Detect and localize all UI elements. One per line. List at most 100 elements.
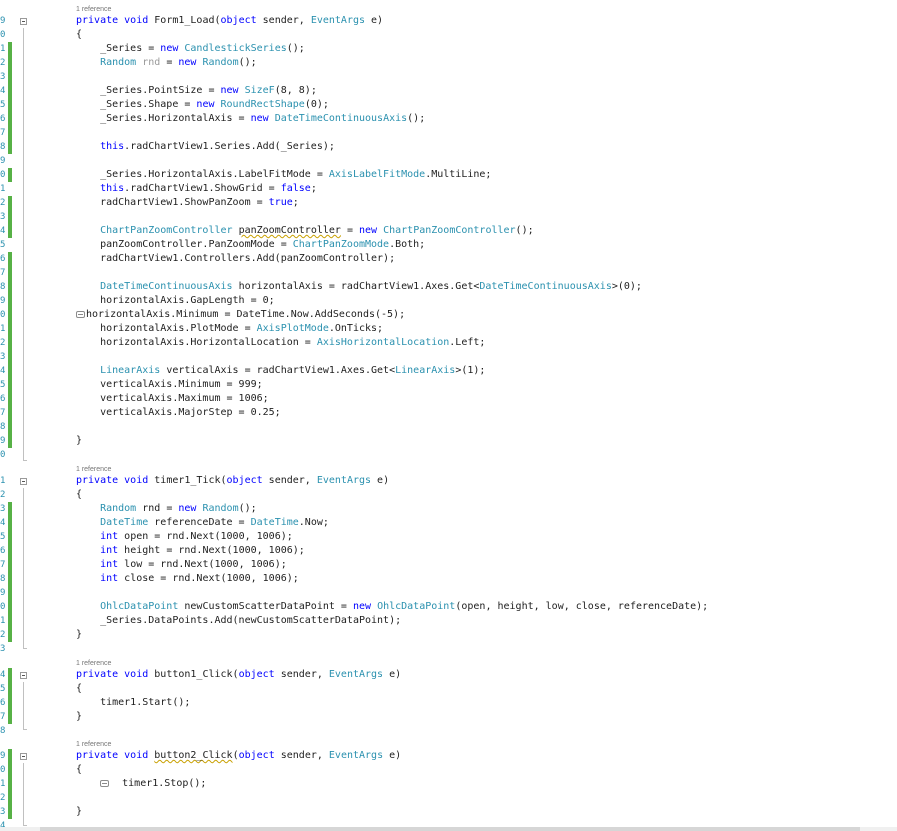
code-line[interactable]: 9 bbox=[0, 154, 897, 168]
code-line[interactable]: 6 timer1.Start(); bbox=[0, 696, 897, 710]
code-line[interactable]: 8 DateTimeContinuousAxis horizontalAxis … bbox=[0, 280, 897, 294]
code-line[interactable]: 1 timer1.Stop(); bbox=[0, 777, 897, 791]
change-indicator bbox=[8, 628, 12, 642]
code-line[interactable]: 4 private void button1_Click(object sende… bbox=[0, 668, 897, 682]
line-number: 2 bbox=[0, 630, 6, 640]
code-line[interactable]: 1 this.radChartView1.ShowGrid = false; bbox=[0, 182, 897, 196]
code-line[interactable]: 0 bbox=[0, 448, 897, 462]
code-line[interactable]: 1 private void timer1_Tick(object sender,… bbox=[0, 474, 897, 488]
code-editor[interactable]: 1 reference 1 reference 1 reference 1 re… bbox=[0, 0, 897, 831]
code-line[interactable]: 2{ bbox=[0, 488, 897, 502]
code-token: rnd = bbox=[136, 503, 179, 514]
horizontal-scrollbar[interactable] bbox=[0, 827, 897, 831]
code-line[interactable]: 1 horizontalAxis.PlotMode = AxisPlotMode… bbox=[0, 322, 897, 336]
quick-actions-icon[interactable] bbox=[76, 310, 85, 318]
code-token: (8, 8); bbox=[274, 85, 317, 96]
change-indicator bbox=[8, 168, 12, 182]
change-indicator bbox=[8, 294, 12, 308]
line-number: 8 bbox=[0, 422, 6, 432]
code-line[interactable]: 8 this.radChartView1.Series.Add(_Series)… bbox=[0, 140, 897, 154]
code-line[interactable]: 3 bbox=[0, 642, 897, 656]
code-line[interactable]: 4 _Series.PointSize = new SizeF(8, 8); bbox=[0, 84, 897, 98]
code-line[interactable]: 6 int height = rnd.Next(1000, 1006); bbox=[0, 544, 897, 558]
code-line[interactable]: 1 _Series = new CandlestickSeries(); bbox=[0, 42, 897, 56]
change-indicator bbox=[8, 749, 12, 763]
code-line[interactable]: 7 bbox=[0, 266, 897, 280]
collapse-icon[interactable] bbox=[20, 18, 27, 25]
line-number: 9 bbox=[0, 156, 6, 166]
code-line[interactable]: 5{ bbox=[0, 682, 897, 696]
code-line[interactable]: 7 int low = rnd.Next(1000, 1006); bbox=[0, 558, 897, 572]
line-number: 3 bbox=[0, 807, 6, 817]
collapse-icon[interactable] bbox=[20, 753, 27, 760]
code-line[interactable]: 5 _Series.Shape = new RoundRectShape(0); bbox=[0, 98, 897, 112]
change-indicator bbox=[8, 791, 12, 805]
code-line[interactable]: 9} bbox=[0, 434, 897, 448]
code-line[interactable]: 6 _Series.HorizontalAxis = new DateTimeC… bbox=[0, 112, 897, 126]
code-token: verticalAxis = radChartView1.Axes.Get< bbox=[160, 365, 396, 376]
code-token: EventArgs bbox=[328, 750, 384, 761]
code-line[interactable]: 3 bbox=[0, 70, 897, 84]
code-line[interactable]: 7 bbox=[0, 126, 897, 140]
line-number: 9 bbox=[0, 588, 6, 598]
collapse-icon[interactable] bbox=[20, 672, 27, 679]
code-token: button1_Click( bbox=[154, 669, 239, 680]
code-line[interactable]: 9 horizontalAxis.GapLength = 0; bbox=[0, 294, 897, 308]
code-token: int bbox=[76, 559, 119, 570]
code-line[interactable]: 0 OhlcDataPoint newCustomScatterDataPoin… bbox=[0, 600, 897, 614]
code-token: private void bbox=[76, 15, 155, 26]
change-indicator bbox=[8, 572, 12, 586]
change-indicator bbox=[8, 668, 12, 682]
code-token: DateTimeContinuousAxis bbox=[274, 113, 408, 124]
code-token: timer1.Start(); bbox=[76, 697, 191, 708]
code-token: (open, height, low, close, referenceDate… bbox=[455, 601, 709, 612]
code-line[interactable]: 9 private void Form1_Load(object sender, … bbox=[0, 14, 897, 28]
code-text: horizontalAxis.PlotMode = AxisPlotMode.O… bbox=[76, 322, 383, 336]
line-number: 1 bbox=[0, 324, 6, 334]
code-token: horizontalAxis = radChartView1.Axes.Get< bbox=[232, 281, 480, 292]
code-line[interactable]: 2 radChartView1.ShowPanZoom = true; bbox=[0, 196, 897, 210]
code-line[interactable]: 6 radChartView1.Controllers.Add(panZoomC… bbox=[0, 252, 897, 266]
code-line[interactable]: 4 DateTime referenceDate = DateTime.Now; bbox=[0, 516, 897, 530]
code-line[interactable]: 2 bbox=[0, 791, 897, 805]
code-line[interactable]: 9 private void button2_Click(object sende… bbox=[0, 749, 897, 763]
code-line[interactable]: 7 verticalAxis.MajorStep = 0.25; bbox=[0, 406, 897, 420]
code-line[interactable]: 7} bbox=[0, 710, 897, 724]
code-line[interactable]: 0{ bbox=[0, 763, 897, 777]
scrollbar-thumb[interactable] bbox=[40, 827, 860, 831]
code-token: verticalAxis.Minimum = 999; bbox=[76, 379, 263, 390]
code-line[interactable]: 0{ bbox=[0, 28, 897, 42]
code-token: Random bbox=[76, 503, 137, 514]
code-line[interactable]: 2 horizontalAxis.HorizontalLocation = Ax… bbox=[0, 336, 897, 350]
code-line[interactable]: 8 int close = rnd.Next(1000, 1006); bbox=[0, 572, 897, 586]
code-token: private void bbox=[76, 475, 155, 486]
code-text: } bbox=[76, 628, 82, 642]
code-token: >(1); bbox=[455, 365, 486, 376]
code-line[interactable]: 2 Random rnd = new Random(); bbox=[0, 56, 897, 70]
code-line[interactable]: 3 bbox=[0, 350, 897, 364]
code-line[interactable]: 5 int open = rnd.Next(1000, 1006); bbox=[0, 530, 897, 544]
code-line[interactable]: 9 bbox=[0, 586, 897, 600]
code-line[interactable]: 4 ChartPanZoomController panZoomControll… bbox=[0, 224, 897, 238]
code-token: radChartView1.Controllers.Add(panZoomCon… bbox=[76, 253, 396, 264]
code-line[interactable]: 2} bbox=[0, 628, 897, 642]
code-line[interactable]: 0 horizontalAxis.Minimum = DateTime.Now.A… bbox=[0, 308, 897, 322]
collapse-icon[interactable] bbox=[20, 478, 27, 485]
quick-actions-icon[interactable] bbox=[100, 779, 110, 787]
code-line[interactable]: 5 panZoomController.PanZoomMode = ChartP… bbox=[0, 238, 897, 252]
code-line[interactable]: 8 bbox=[0, 420, 897, 434]
code-line[interactable]: 0 _Series.HorizontalAxis.LabelFitMode = … bbox=[0, 168, 897, 182]
code-line[interactable]: 3 Random rnd = new Random(); bbox=[0, 502, 897, 516]
line-number: 0 bbox=[0, 450, 6, 460]
code-text: _Series.Shape = new RoundRectShape(0); bbox=[76, 98, 329, 112]
line-number: 3 bbox=[0, 212, 6, 222]
code-line[interactable]: 6 verticalAxis.Maximum = 1006; bbox=[0, 392, 897, 406]
code-line[interactable]: 1 _Series.DataPoints.Add(newCustomScatte… bbox=[0, 614, 897, 628]
code-token: DateTimeContinuousAxis bbox=[76, 281, 233, 292]
code-line[interactable]: 3} bbox=[0, 805, 897, 819]
line-number: 6 bbox=[0, 698, 6, 708]
code-line[interactable]: 5 verticalAxis.Minimum = 999; bbox=[0, 378, 897, 392]
code-line[interactable]: 4 LinearAxis verticalAxis = radChartView… bbox=[0, 364, 897, 378]
code-line[interactable]: 8 bbox=[0, 724, 897, 738]
code-line[interactable]: 3 bbox=[0, 210, 897, 224]
